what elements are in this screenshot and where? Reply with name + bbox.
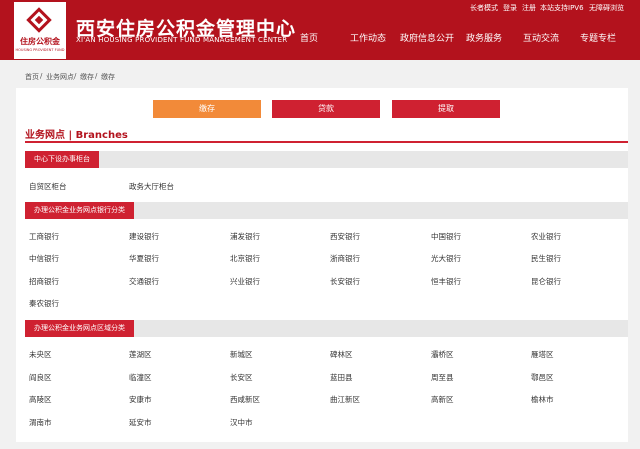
list-item[interactable]: 招商银行 (29, 276, 59, 287)
tab-deposit[interactable]: 缴存 (153, 100, 261, 118)
list-item[interactable]: 西安银行 (330, 231, 360, 242)
list-item[interactable]: 昆仑银行 (531, 276, 561, 287)
list-item[interactable]: 渭南市 (29, 417, 52, 428)
list-item[interactable]: 鄠邑区 (531, 372, 554, 383)
nav-interaction[interactable]: 互动交流 (523, 31, 559, 44)
nav-home[interactable]: 首页 (300, 31, 318, 44)
breadcrumb-separator: / (95, 72, 98, 80)
list-item[interactable]: 中国银行 (431, 231, 461, 242)
breadcrumb-separator: / (74, 72, 77, 80)
list-item[interactable]: 华夏银行 (129, 253, 159, 264)
elder-mode-link[interactable]: 长者模式 (470, 3, 498, 13)
list-item[interactable]: 榆林市 (531, 394, 554, 405)
tab-withdraw[interactable]: 提取 (392, 100, 500, 118)
list-item[interactable]: 北京银行 (230, 253, 260, 264)
list-item[interactable]: 建设银行 (129, 231, 159, 242)
list-item[interactable]: 临潼区 (129, 372, 152, 383)
breadcrumb-separator: / (40, 72, 43, 80)
breadcrumb-branches[interactable]: 业务网点 (46, 72, 74, 82)
list-item[interactable]: 工商银行 (29, 231, 59, 242)
list-item[interactable]: 安康市 (129, 394, 152, 405)
accessibility-link[interactable]: 无障碍浏览 (589, 3, 624, 13)
list-item[interactable]: 莲湖区 (129, 349, 152, 360)
list-item[interactable]: 高新区 (431, 394, 454, 405)
list-item[interactable]: 民生银行 (531, 253, 561, 264)
list-item[interactable]: 长安区 (230, 372, 253, 383)
list-item[interactable]: 汉中市 (230, 417, 253, 428)
ipv6-support-link[interactable]: 本站支持IPV6 (540, 3, 584, 13)
section-title-counters: 中心下设办事柜台 (25, 151, 99, 168)
list-item[interactable]: 延安市 (129, 417, 152, 428)
list-item[interactable]: 高陵区 (29, 394, 52, 405)
site-logo[interactable]: 住房公积金 HOUSING PROVIDENT FUND (14, 2, 66, 59)
logo-subtext: HOUSING PROVIDENT FUND (15, 48, 65, 52)
site-subtitle: XI'AN HOUSING PROVIDENT FUND MANAGEMENT … (76, 36, 288, 44)
list-item[interactable]: 秦农银行 (29, 298, 59, 309)
nav-services[interactable]: 政务服务 (466, 31, 502, 44)
list-item[interactable]: 浦发银行 (230, 231, 260, 242)
branches-title: 业务网点 | Branches (25, 130, 128, 141)
logo-text: 住房公积金 (20, 37, 60, 46)
list-item[interactable]: 未央区 (29, 349, 52, 360)
breadcrumb-deposit[interactable]: 缴存 (80, 72, 94, 82)
list-item[interactable]: 中信银行 (29, 253, 59, 264)
title-divider (25, 141, 628, 143)
list-item[interactable]: 兴业银行 (230, 276, 260, 287)
nav-topics[interactable]: 专题专栏 (580, 31, 616, 44)
list-item[interactable]: 灞桥区 (431, 349, 454, 360)
list-item[interactable]: 西咸新区 (230, 394, 260, 405)
list-item[interactable]: 碑林区 (330, 349, 353, 360)
list-item[interactable]: 自贸区柜台 (29, 181, 67, 192)
section-header-bar (25, 151, 628, 168)
list-item[interactable]: 交通银行 (129, 276, 159, 287)
list-item[interactable]: 政务大厅柜台 (129, 181, 174, 192)
site-header: 住房公积金 HOUSING PROVIDENT FUND 西安住房公积金管理中心… (0, 0, 640, 60)
breadcrumb-home[interactable]: 首页 (25, 72, 39, 82)
list-item[interactable]: 阎良区 (29, 372, 52, 383)
list-item[interactable]: 光大银行 (431, 253, 461, 264)
list-item[interactable]: 新城区 (230, 349, 253, 360)
nav-work-updates[interactable]: 工作动态 (350, 31, 386, 44)
list-item[interactable]: 蓝田县 (330, 372, 353, 383)
register-link[interactable]: 注册 (522, 3, 536, 13)
list-item[interactable]: 雁塔区 (531, 349, 554, 360)
login-link[interactable]: 登录 (503, 3, 517, 13)
tab-loan[interactable]: 贷款 (272, 100, 380, 118)
list-item[interactable]: 浙商银行 (330, 253, 360, 264)
list-item[interactable]: 周至县 (431, 372, 454, 383)
nav-gov-info[interactable]: 政府信息公开 (400, 31, 454, 44)
section-title-banks: 办理公积金业务网点银行分类 (25, 202, 134, 219)
section-title-districts: 办理公积金业务网点区域分类 (25, 320, 134, 337)
list-item[interactable]: 长安银行 (330, 276, 360, 287)
list-item[interactable]: 曲江新区 (330, 394, 360, 405)
breadcrumb-current: 缴存 (101, 73, 115, 81)
logo-emblem-icon (26, 7, 52, 33)
list-item[interactable]: 恒丰银行 (431, 276, 461, 287)
list-item[interactable]: 农业银行 (531, 231, 561, 242)
